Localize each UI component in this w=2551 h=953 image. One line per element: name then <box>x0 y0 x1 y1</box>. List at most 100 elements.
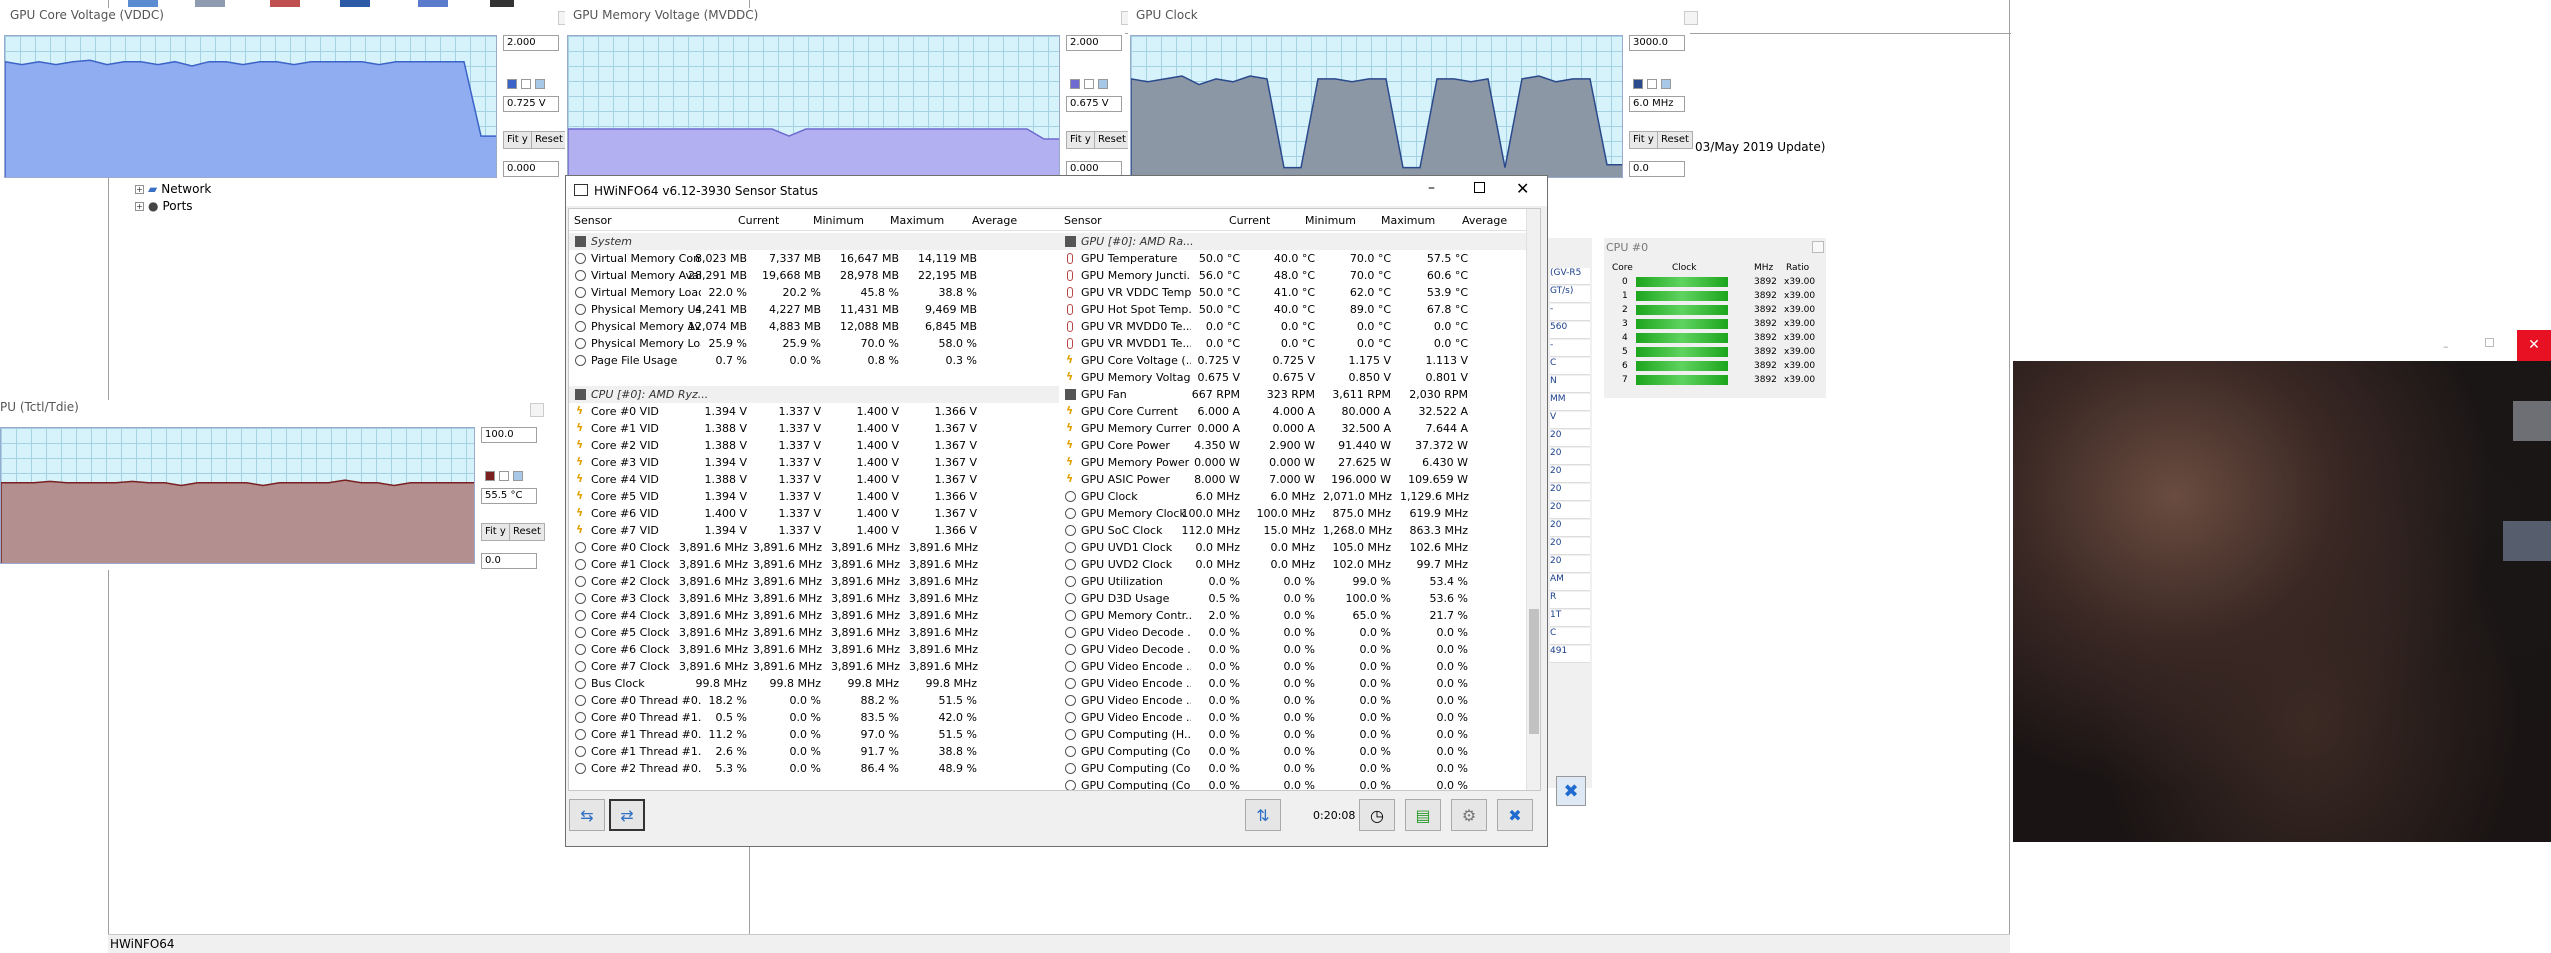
close-icon[interactable] <box>1812 241 1824 253</box>
color-swatch[interactable] <box>1070 79 1080 89</box>
sensor-row[interactable]: ϟ Core #2 VID 1.388 V 1.337 V 1.400 V 1.367 V <box>569 437 1061 454</box>
sensor-row[interactable]: ϟ Core #6 VID 1.400 V 1.337 V 1.400 V 1.367 V <box>569 505 1061 522</box>
sensor-pane-right[interactable]: Sensor Current Minimum Maximum Average G… <box>1059 208 1541 791</box>
sensor-row[interactable]: GPU Memory Clock 100.0 MHz 100.0 MHz 875.0 … <box>1059 505 1540 522</box>
fit-y-button[interactable]: Fit y <box>1629 131 1658 149</box>
sensor-row[interactable]: Core #0 Thread #1... 0.5 % 0.0 % 83.5 % 42.0… <box>569 709 1061 726</box>
color-swatch[interactable] <box>535 79 545 89</box>
sensor-row[interactable]: GPU VR MVDD0 Te... 0.0 °C 0.0 °C 0.0 °C 0.0 … <box>1059 318 1540 335</box>
sensor-row[interactable]: Virtual Memory Avai... 28,291 MB 19,668 MB… <box>569 267 1061 284</box>
sensor-row[interactable]: GPU Clock 6.0 MHz 6.0 MHz 2,071.0 MHz 1,129.… <box>1059 488 1540 505</box>
sensor-pane-left[interactable]: Sensor Current Minimum Maximum Average S… <box>568 208 1062 791</box>
header-average[interactable]: Average <box>972 214 1017 227</box>
sensor-row[interactable]: GPU Video Encode ... 0.0 % 0.0 % 0.0 % 0.0 % <box>1059 709 1540 726</box>
network-button[interactable]: ⇅ <box>1245 799 1281 831</box>
sensor-row[interactable]: ϟ GPU Core Current 6.000 A 4.000 A 80.000 A3… <box>1059 403 1540 420</box>
reset-button[interactable]: Reset <box>1657 131 1693 149</box>
sensor-row[interactable]: Core #1 Thread #1... 2.6 % 0.0 % 91.7 % 38.8… <box>569 743 1061 760</box>
sensor-row[interactable]: Physical Memory Av... 12,074 MB 4,883 MB 12… <box>569 318 1061 335</box>
min-value-field[interactable]: 0.0 <box>1629 161 1685 177</box>
column-header[interactable]: Sensor Current Minimum Maximum Average <box>1059 209 1540 231</box>
sensor-row[interactable]: ϟ Core #1 VID 1.388 V 1.337 V 1.400 V 1.367 V <box>569 420 1061 437</box>
sensor-row[interactable]: GPU VR VDDC Temp... 50.0 °C 41.0 °C 62.0 °C… <box>1059 284 1540 301</box>
sensor-row[interactable]: Physical Memory Load25.9 %25.9 %70.0 %58… <box>569 335 1061 352</box>
sensor-row[interactable]: ϟ Core #4 VID 1.388 V 1.337 V 1.400 V 1.367 V <box>569 471 1061 488</box>
settings-button[interactable]: ⚙ <box>1451 799 1487 831</box>
header-maximum[interactable]: Maximum <box>890 214 944 227</box>
sensor-row[interactable]: Core #7 Clock 3,891.6 MHz 3,891.6 MHz 3,891… <box>569 658 1061 675</box>
toolbar-icon[interactable] <box>418 0 448 7</box>
max-value-field[interactable]: 100.0 <box>481 427 537 443</box>
sensor-row[interactable]: GPU Computing (H... 0.0 % 0.0 % 0.0 % 0.0 % <box>1059 726 1540 743</box>
sensor-group-row[interactable]: GPU [#0]: AMD Ra... <box>1059 233 1540 250</box>
close-button[interactable]: ✖ <box>1497 799 1533 831</box>
color-swatch[interactable] <box>513 471 523 481</box>
clock-button[interactable]: ◷ <box>1359 799 1395 831</box>
sensor-row[interactable]: GPU Computing (Co... 0.0 % 0.0 % 0.0 % 0.0 % <box>1059 760 1540 777</box>
color-swatch[interactable] <box>499 471 509 481</box>
sensor-row[interactable]: GPU UVD1 Clock 0.0 MHz 0.0 MHz 105.0 MHz 102… <box>1059 539 1540 556</box>
max-value-field[interactable]: 3000.0 <box>1629 35 1685 51</box>
maximize-icon[interactable] <box>1474 182 1485 193</box>
sensor-row[interactable]: Core #2 Thread #0... 5.3 % 0.0 % 86.4 % 48.9… <box>569 760 1061 777</box>
reset-button[interactable]: Reset <box>509 523 545 541</box>
sensor-row[interactable]: Core #2 Clock 3,891.6 MHz 3,891.6 MHz 3,891… <box>569 573 1061 590</box>
sensor-row[interactable]: Virtual Memory Com...8,023 MB7,337 MB16,… <box>569 250 1061 267</box>
close-icon[interactable] <box>1684 11 1698 25</box>
sensor-row[interactable]: Page File Usage 0.7 % 0.0 % 0.8 % 0.3 % <box>569 352 1061 369</box>
sensor-row[interactable]: GPU Utilization 0.0 % 0.0 % 99.0 % 53.4 % <box>1059 573 1540 590</box>
sensor-row[interactable]: GPU Memory Contr... 2.0 % 0.0 % 65.0 % 21.7 … <box>1059 607 1540 624</box>
sensor-row[interactable]: GPU Hot Spot Temp... 50.0 °C 40.0 °C 89.0 °… <box>1059 301 1540 318</box>
sensor-group-row[interactable]: System <box>569 233 1061 250</box>
toolbar-icon[interactable] <box>340 0 370 7</box>
sensor-row[interactable]: GPU Temperature 50.0 °C 40.0 °C 70.0 °C 57.5… <box>1059 250 1540 267</box>
minimize-icon[interactable]: – <box>2443 340 2449 353</box>
sensor-row[interactable]: ϟ Core #3 VID 1.394 V 1.337 V 1.400 V 1.367 V <box>569 454 1061 471</box>
sensor-row[interactable] <box>569 369 1061 386</box>
sensor-row[interactable]: GPU Video Encode ... 0.0 % 0.0 % 0.0 % 0.0 % <box>1059 658 1540 675</box>
header-current[interactable]: Current <box>738 214 779 227</box>
max-value-field[interactable]: 2.000 <box>503 35 559 51</box>
sensor-row[interactable]: GPU Video Decode ... 0.0 % 0.0 % 0.0 % 0.0 % <box>1059 624 1540 641</box>
color-swatch[interactable] <box>521 79 531 89</box>
header-minimum[interactable]: Minimum <box>1305 214 1356 227</box>
sensor-row[interactable]: ϟ GPU Memory Current 0.000 A 0.000 A 32.500 … <box>1059 420 1540 437</box>
sensor-row[interactable]: Core #6 Clock 3,891.6 MHz 3,891.6 MHz 3,891… <box>569 641 1061 658</box>
sensor-row[interactable]: GPU VR MVDD1 Te... 0.0 °C 0.0 °C 0.0 °C 0.0 … <box>1059 335 1540 352</box>
maximize-icon[interactable] <box>2485 338 2494 347</box>
sensor-row[interactable]: GPU Computing (Co... 0.0 % 0.0 % 0.0 % 0.0 % <box>1059 743 1540 760</box>
video-titlebar[interactable]: – ✕ <box>2013 330 2551 361</box>
sensor-row[interactable]: Physical Memory Used4,241 MB4,227 MB11,4… <box>569 301 1061 318</box>
sensor-status-window[interactable]: HWiNFO64 v6.12-3930 Sensor Status – ✕ Se… <box>565 175 1548 847</box>
sensor-row[interactable]: GPU Memory Juncti... 56.0 °C 48.0 °C 70.0 °… <box>1059 267 1540 284</box>
header-minimum[interactable]: Minimum <box>813 214 864 227</box>
fit-y-button[interactable]: Fit y <box>503 131 532 149</box>
sensor-row[interactable]: Core #1 Thread #0... 11.2 % 0.0 % 97.0 % 51.… <box>569 726 1061 743</box>
color-swatch[interactable] <box>1661 79 1671 89</box>
sensor-row[interactable]: ϟ GPU Core Voltage (... 0.725 V 0.725 V 1.17… <box>1059 352 1540 369</box>
min-value-field[interactable]: 0.000 <box>503 161 559 177</box>
log-button[interactable]: ▤ <box>1405 799 1441 831</box>
column-header[interactable]: Sensor Current Minimum Maximum Average <box>569 209 1061 231</box>
tree-item-network[interactable]: + ▰ Network <box>135 182 211 196</box>
sensor-row[interactable]: GPU Video Decode ... 0.0 % 0.0 % 0.0 % 0.0 % <box>1059 641 1540 658</box>
sensor-row[interactable]: ϟ GPU Core Power 4.350 W 2.900 W 91.440 W 37.… <box>1059 437 1540 454</box>
sensor-row[interactable]: GPU Computing (Co... 0.0 % 0.0 % 0.0 % 0.0 % <box>1059 777 1540 790</box>
sensor-row[interactable]: ϟ GPU Memory Voltag... 0.675 V 0.675 V 0.850… <box>1059 369 1540 386</box>
graph-window[interactable]: GPU Memory Voltage (MVDDC) 2.000 0.675 V Fi… <box>565 8 1135 178</box>
sensor-row[interactable]: GPU Video Encode ... 0.0 % 0.0 % 0.0 % 0.0 % <box>1059 692 1540 709</box>
collapse-button[interactable]: ⇆ <box>569 799 605 831</box>
color-swatch[interactable] <box>1633 79 1643 89</box>
color-swatch[interactable] <box>1098 79 1108 89</box>
fit-y-button[interactable]: Fit y <box>1066 131 1095 149</box>
header-sensor[interactable]: Sensor <box>574 214 612 227</box>
sensor-row[interactable]: ϟ GPU Memory Power 0.000 W 0.000 W 27.625 W6… <box>1059 454 1540 471</box>
close-icon[interactable]: ✕ <box>2517 330 2551 361</box>
min-value-field[interactable]: 0.0 <box>481 553 537 569</box>
expand-icon[interactable]: + <box>135 201 144 211</box>
minimize-icon[interactable]: – <box>1428 180 1435 196</box>
color-swatch[interactable] <box>1647 79 1657 89</box>
header-average[interactable]: Average <box>1462 214 1507 227</box>
sensor-row[interactable]: GPU Video Encode ... 0.0 % 0.0 % 0.0 % 0.0 % <box>1059 675 1540 692</box>
reset-button[interactable]: Reset <box>1094 131 1130 149</box>
